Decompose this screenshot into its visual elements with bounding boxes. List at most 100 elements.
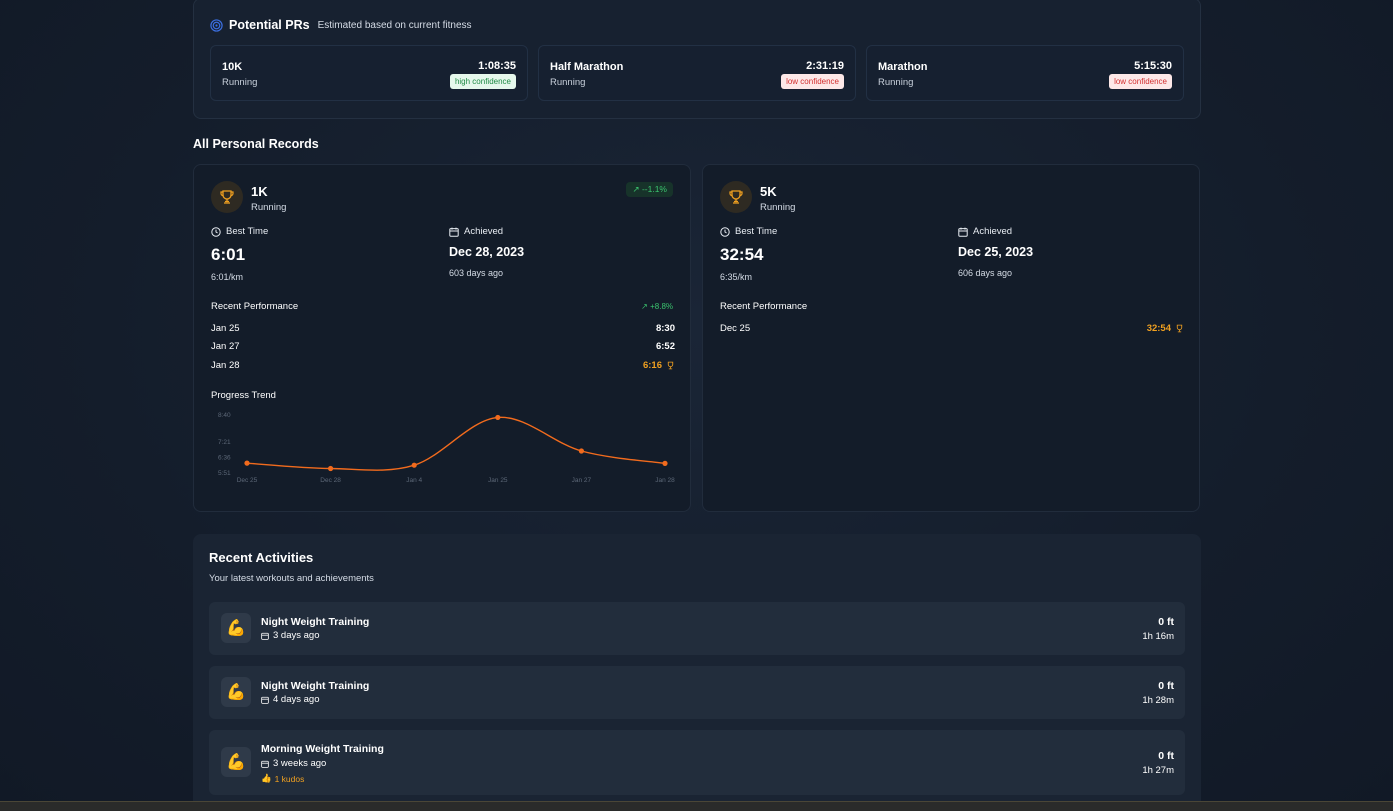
activity-name: Night Weight Training [261, 616, 370, 628]
pr-type: Running [550, 77, 586, 88]
potential-prs-subtitle: Estimated based on current fitness [317, 19, 472, 31]
pr-type: Running [222, 77, 258, 88]
clock-icon [211, 226, 221, 237]
achieved-date: Dec 28, 2023 [449, 245, 525, 259]
activity-distance: 0 ft [1158, 616, 1174, 628]
activity-distance: 0 ft [1158, 750, 1174, 762]
trophy-icon [720, 181, 752, 213]
muscle-icon: 💪 [221, 613, 251, 643]
target-icon [210, 18, 223, 32]
activity-distance: 0 ft [1158, 680, 1174, 692]
x-tick-label: Jan 4 [406, 477, 422, 484]
pr-type: Running [251, 202, 287, 213]
perf-row: Jan 27 6:52 [211, 341, 675, 352]
perf-row: Dec 25 32:54 [720, 323, 1184, 334]
calendar-icon [958, 227, 968, 237]
progress-trend-chart: 8:40 7:21 6:36 5:51 Dec 25 Dec 28 Jan 4 Jan 25 J… [218, 412, 675, 484]
activity-row[interactable]: 💪 Night Weight Training 3 days ago 0 ft … [209, 602, 1185, 655]
activity-name: Night Weight Training [261, 680, 370, 692]
x-tick-label: Dec 25 [237, 477, 258, 484]
activity-duration: 1h 16m [1142, 631, 1174, 642]
pr-distance: Marathon [878, 61, 928, 73]
days-ago: 606 days ago [958, 268, 1013, 278]
activity-time: 3 days ago [261, 630, 319, 641]
trend-point[interactable] [411, 462, 417, 468]
best-time-label: Best Time [720, 226, 777, 237]
x-tick-label: Dec 28 [320, 477, 341, 484]
trend-point[interactable] [244, 460, 250, 466]
activity-time: 3 weeks ago [261, 758, 326, 769]
pr-time: 2:31:19 [806, 60, 844, 72]
best-time-value: 6:01 [211, 245, 246, 264]
trend-point[interactable] [578, 448, 584, 454]
section-title-personal-records: All Personal Records [193, 137, 319, 151]
pr-distance: Half Marathon [550, 61, 624, 73]
activity-duration: 1h 28m [1142, 695, 1174, 706]
trend-point[interactable] [662, 460, 668, 466]
activity-time: 4 days ago [261, 694, 319, 705]
thumbs-up-icon: 👍 [261, 773, 272, 783]
calendar-icon [449, 227, 459, 237]
perf-row: Jan 25 8:30 [211, 323, 675, 334]
y-tick-label: 7:21 [218, 439, 231, 446]
potential-prs-title: Potential PRs [229, 18, 310, 32]
trend-up-icon: ↗ [641, 302, 648, 311]
potential-pr-card-10k[interactable]: 10K Running 1:08:35 high confidence [210, 45, 528, 101]
trend-line [246, 416, 666, 471]
y-tick-label: 8:40 [218, 412, 231, 419]
activity-duration: 1h 27m [1142, 765, 1174, 776]
days-ago: 603 days ago [449, 268, 504, 278]
muscle-icon: 💪 [221, 747, 251, 777]
achieved-label: Achieved [958, 226, 1012, 237]
calendar-icon [261, 760, 269, 768]
potential-pr-card-marathon[interactable]: Marathon Running 5:15:30 low confidence [866, 45, 1184, 101]
activity-row[interactable]: 💪 Night Weight Training 4 days ago 0 ft … [209, 666, 1185, 719]
pr-distance: 10K [222, 61, 243, 73]
pr-card-1k[interactable]: 1K Running ↗ --1.1% Best Time 6:01 6:01/… [193, 164, 691, 512]
progress-trend-title: Progress Trend [211, 390, 276, 401]
trend-point[interactable] [495, 414, 501, 421]
calendar-icon [261, 632, 269, 640]
best-time-label: Best Time [211, 226, 268, 237]
pr-type: Running [878, 77, 914, 88]
recent-performance-title: Recent Performance [720, 301, 808, 312]
pace-value: 6:35/km [720, 272, 753, 282]
activity-row[interactable]: 💪 Morning Weight Training 3 weeks ago 👍 … [209, 730, 1185, 795]
recent-activities-subtitle: Your latest workouts and achievements [209, 573, 374, 584]
pr-distance: 1K [251, 184, 268, 199]
confidence-badge: low confidence [781, 74, 844, 89]
y-tick-label: 6:36 [218, 455, 231, 462]
achieved-date: Dec 25, 2023 [958, 245, 1034, 259]
trophy-small-icon [667, 361, 674, 370]
clock-icon [720, 226, 730, 237]
best-time-value: 32:54 [720, 245, 764, 264]
pr-type: Running [760, 202, 796, 213]
pr-time: 5:15:30 [1134, 60, 1172, 72]
pr-card-5k[interactable]: 5K Running Best Time 32:54 6:35/km Achie… [702, 164, 1200, 512]
potential-pr-card-half-marathon[interactable]: Half Marathon Running 2:31:19 low confid… [538, 45, 856, 101]
x-tick-label: Jan 28 [655, 477, 675, 484]
recent-trend: ↗ +8.8% [641, 302, 673, 311]
window-bottom-edge [0, 801, 1393, 811]
activity-name: Morning Weight Training [261, 743, 384, 755]
recent-performance-title: Recent Performance [211, 301, 299, 312]
trend-point[interactable] [328, 465, 334, 472]
recent-activities-title: Recent Activities [209, 550, 314, 565]
trophy-small-icon [1176, 324, 1183, 333]
trend-value: --1.1% [641, 184, 667, 194]
achieved-label: Achieved [449, 226, 503, 237]
x-tick-label: Jan 25 [488, 477, 508, 484]
x-tick-label: Jan 27 [572, 477, 592, 484]
trophy-icon [211, 181, 243, 213]
trend-up-icon: ↗ [632, 184, 640, 194]
perf-row: Jan 28 6:16 [211, 360, 675, 371]
pace-value: 6:01/km [211, 272, 244, 282]
pr-distance: 5K [760, 184, 777, 199]
y-tick-label: 5:51 [218, 470, 231, 477]
calendar-icon [261, 696, 269, 704]
confidence-badge: low confidence [1109, 74, 1172, 89]
trend-badge: ↗ --1.1% [626, 182, 673, 197]
confidence-badge: high confidence [449, 74, 516, 89]
kudos: 👍 1 kudos [261, 773, 305, 784]
potential-prs-header: Potential PRs Estimated based on current… [210, 18, 472, 32]
